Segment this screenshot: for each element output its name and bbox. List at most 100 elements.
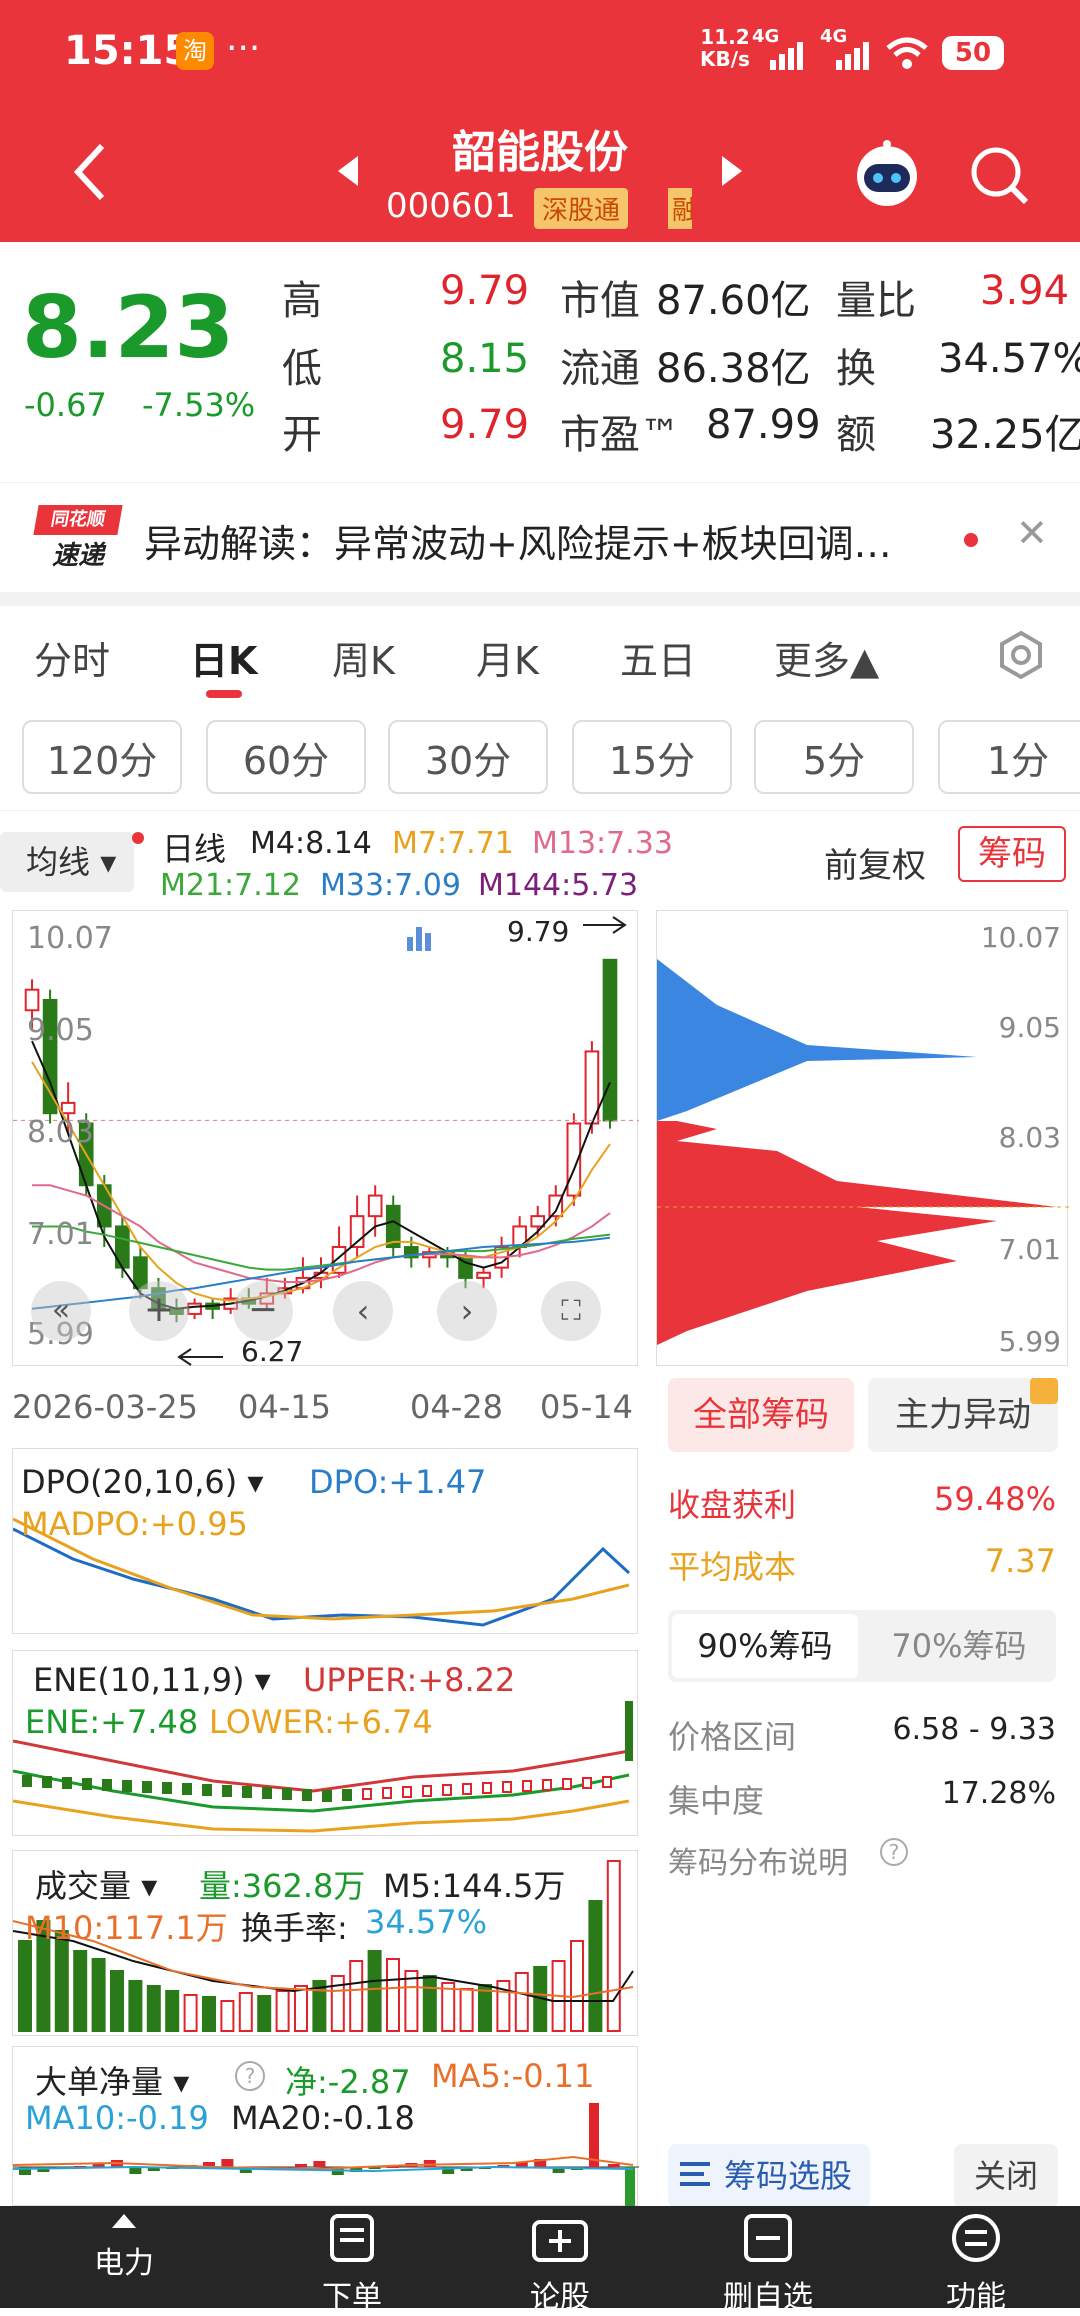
nav-function[interactable]: 功能 [896, 2206, 1056, 2315]
tab-weekly-k[interactable]: 周K [332, 630, 395, 685]
zoom-out-icon[interactable]: − [233, 1281, 293, 1341]
period-120min[interactable]: 120分 [22, 720, 182, 794]
search-icon[interactable] [970, 146, 1030, 206]
period-15min[interactable]: 15分 [572, 720, 732, 794]
ene-indicator[interactable]: ENE(10,11,9) ▾ UPPER:+8.22 ENE:+7.48 LOW… [12, 1650, 638, 1836]
ene-mid: ENE:+7.48 [25, 1703, 199, 1741]
volume-indicator[interactable]: 成交量 ▾ 量:362.8万 M5:144.5万 M10:117.1万 换手率:… [12, 1850, 638, 2036]
ene-candle [142, 1781, 152, 1793]
order-icon [330, 2214, 374, 2262]
ene-candle [602, 1776, 612, 1788]
prev-stock-icon[interactable] [336, 154, 360, 188]
volume-bar [183, 1994, 198, 2032]
big-order-name[interactable]: 大单净量 ▾ [35, 2057, 190, 2103]
ene-name[interactable]: ENE(10,11,9) ▾ [33, 1661, 271, 1699]
next-stock-icon[interactable] [720, 154, 744, 188]
nav-discuss[interactable]: 论股 [480, 2206, 640, 2315]
price-change: -0.67 [24, 386, 107, 424]
big-order-indicator[interactable]: 大单净量 ▾ ? 净:-2.87 MA5:-0.11 MA10:-0.19 MA… [12, 2046, 639, 2207]
tab-daily-k[interactable]: 日K [190, 630, 257, 685]
chip-profile-blue [657, 959, 977, 1121]
label-open: 开 [282, 412, 322, 458]
high-price-mark: 9.79 [507, 915, 570, 948]
candle [530, 1215, 546, 1228]
ene-candle [382, 1787, 392, 1799]
volume-bar [110, 1970, 124, 2032]
period-1min[interactable]: 1分 [938, 720, 1080, 794]
volume-bar [91, 1958, 106, 2032]
chip-distribution-chart[interactable]: 10.07 9.05 8.03 7.01 5.99 [656, 910, 1069, 1366]
bar-chart-icon[interactable] [405, 923, 435, 953]
candle [476, 1271, 491, 1279]
dpo-indicator[interactable]: DPO(20,10,6) ▾ DPO:+1.47 MADPO:+0.95 [12, 1448, 638, 1634]
signal-bars-icon-2 [836, 42, 869, 70]
zoom-in-icon[interactable]: + [129, 1281, 189, 1341]
tab-more[interactable]: 更多▲ [774, 630, 879, 685]
ene-candle [482, 1782, 492, 1794]
news-text: 异动解读：异常波动+风险提示+板块回调… [144, 522, 892, 566]
nav-remove-watchlist[interactable]: 删自选 [688, 2206, 848, 2315]
y-label: 7.01 [27, 1217, 94, 1252]
value-low: 8.15 [440, 336, 530, 382]
ene-candle [522, 1780, 532, 1792]
big-ma20: MA20:-0.18 [231, 2099, 415, 2137]
volume-m10: M10:117.1万 [25, 1909, 228, 1947]
volume-bar [349, 1960, 364, 2032]
close-button[interactable]: 关闭 [954, 2144, 1058, 2208]
tab-all-chips[interactable]: 全部筹码 [668, 1378, 854, 1452]
ma-selector[interactable]: 均线 ▾ [0, 832, 134, 892]
fullscreen-icon[interactable]: ⛶ [541, 1281, 601, 1341]
chips-button[interactable]: 筹码 [958, 826, 1066, 882]
low-arrow [177, 1348, 223, 1366]
help-icon[interactable]: ? [235, 2061, 265, 2091]
restore-mode[interactable]: 前复权 [824, 838, 926, 887]
chip-y-label: 7.01 [998, 1233, 1061, 1266]
price-change-pct: -7.53% [142, 386, 256, 424]
news-banner[interactable]: 同花顺 速递 异动解读：异常波动+风险提示+板块回调… ✕ [0, 482, 1080, 592]
candle [187, 1302, 202, 1315]
label-amount: 额 [836, 412, 876, 458]
volume-bar [404, 1970, 419, 2032]
period-30min[interactable]: 30分 [388, 720, 548, 794]
volume-name[interactable]: 成交量 ▾ [35, 1861, 158, 1907]
dpo-name[interactable]: DPO(20,10,6) ▾ [21, 1463, 264, 1501]
ene-lower: LOWER:+6.74 [209, 1703, 433, 1741]
volume-bar [146, 1985, 161, 2032]
volume-bar [73, 1950, 88, 2032]
concentration-value: 17.28% [941, 1776, 1056, 1811]
ene-candle [82, 1778, 92, 1790]
ene-candle [462, 1783, 472, 1795]
help-icon[interactable]: ? [880, 1838, 908, 1866]
concentration-label: 集中度 [668, 1782, 765, 1820]
remove-icon [744, 2214, 792, 2262]
close-icon[interactable]: ✕ [1016, 511, 1048, 555]
volume-bar [367, 1950, 382, 2032]
seg-70[interactable]: 70%筹码 [866, 1614, 1052, 1678]
tab-monthly-k[interactable]: 月K [476, 630, 539, 685]
seg-90[interactable]: 90%筹码 [672, 1614, 858, 1678]
divider [0, 592, 1080, 606]
settings-icon[interactable] [996, 630, 1046, 680]
quote-panel: 8.23 -0.67 -7.53% 高 9.79 市值 87.60亿 量比 3.… [0, 242, 1080, 482]
period-5min[interactable]: 5分 [754, 720, 914, 794]
tab-five-day[interactable]: 五日 [620, 630, 696, 685]
taobao-icon: 淘 [176, 32, 214, 70]
tab-intraday[interactable]: 分时 [34, 630, 110, 685]
nav-order[interactable]: 下单 [272, 2206, 432, 2315]
robot-assistant-icon[interactable] [852, 140, 922, 206]
ene-candle [62, 1777, 72, 1789]
ene-candle [362, 1788, 372, 1800]
volume-bar [588, 1900, 603, 2032]
value-turnover: 34.57% [938, 336, 1080, 382]
period-60min[interactable]: 60分 [206, 720, 366, 794]
nav-sector[interactable]: 电力 [44, 2206, 204, 2308]
discuss-icon [532, 2220, 588, 2262]
big-order-bar [313, 2161, 326, 2167]
scroll-right-icon[interactable]: › [437, 1281, 497, 1341]
scroll-left-icon[interactable]: ‹ [333, 1281, 393, 1341]
back-icon[interactable] [70, 142, 110, 202]
zoom-out-left-icon[interactable]: « [31, 1281, 91, 1341]
volume-bar [257, 1995, 272, 2032]
chip-explain[interactable]: 筹码分布说明 [668, 1838, 848, 1882]
kline-chart[interactable]: 10.07 9.05 8.03 7.01 5.99 9.79 6.27 « + … [12, 910, 639, 1368]
